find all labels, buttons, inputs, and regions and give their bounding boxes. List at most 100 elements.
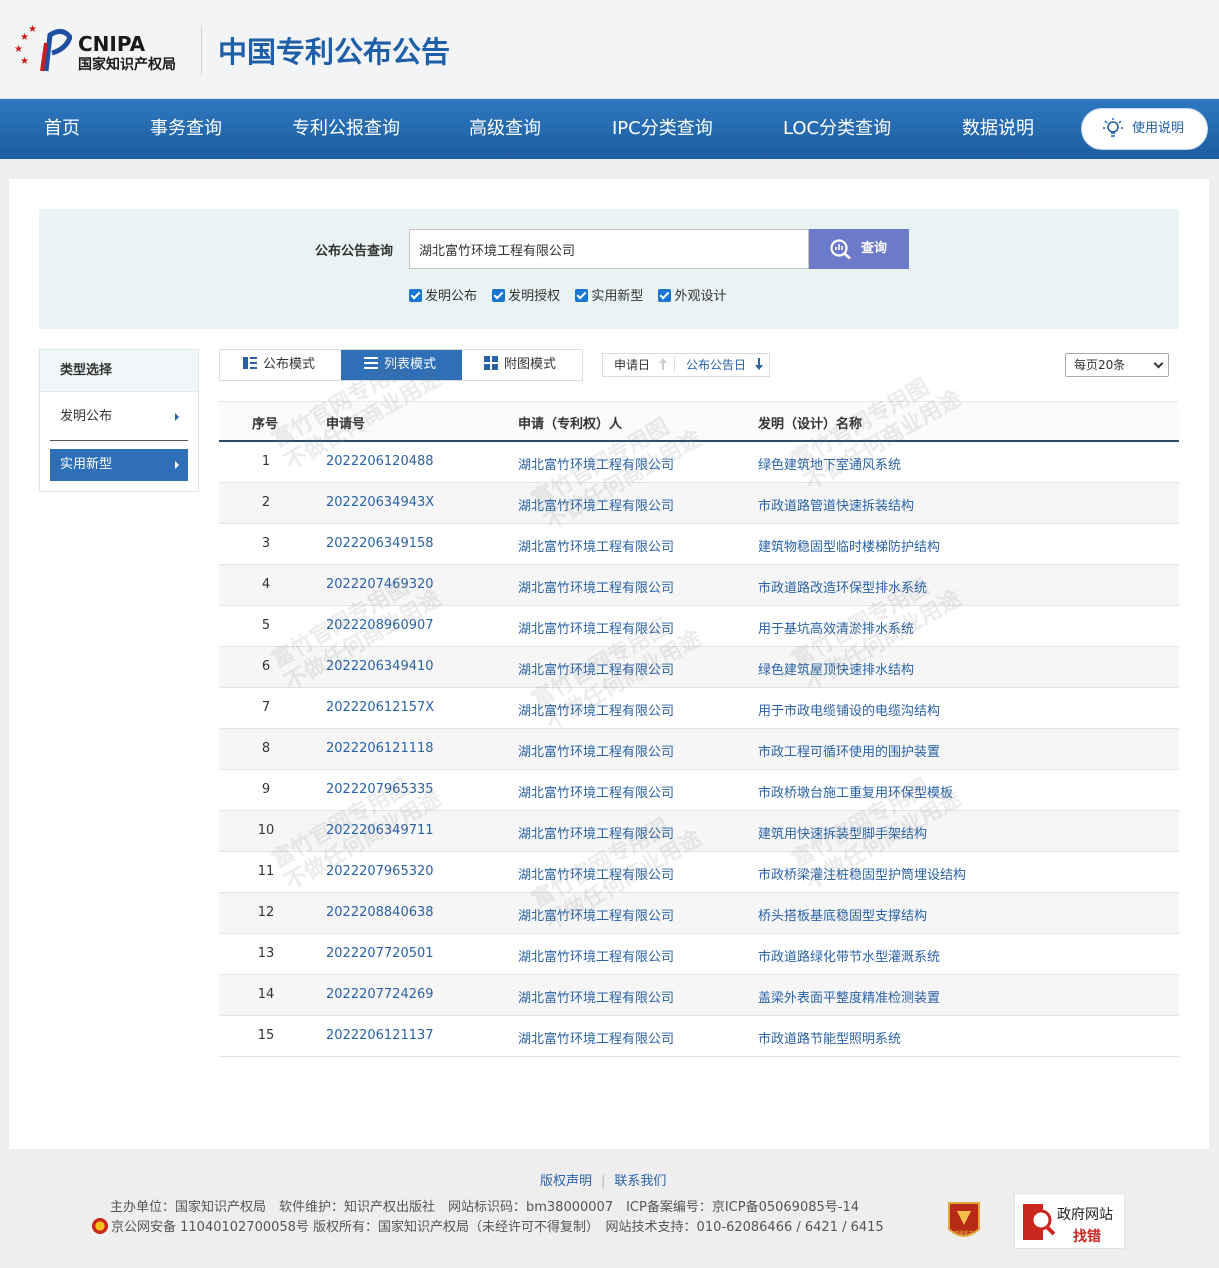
application-number-link[interactable]: 2022206349410 <box>326 659 434 674</box>
application-number-link[interactable]: 2022207724269 <box>326 987 434 1002</box>
application-number-link[interactable]: 2022207469320 <box>326 577 434 592</box>
nav-item-data-info[interactable]: 数据说明 <box>962 99 1034 159</box>
table-row: 7 202220612157X 湖北富竹环境工程有限公司 用于市政电缆铺设的电缆沟结构 <box>219 688 1179 729</box>
checkbox-design[interactable]: 外观设计 <box>658 285 726 304</box>
lightbulb-icon <box>1103 118 1123 137</box>
applicant-link[interactable]: 湖北富竹环境工程有限公司 <box>518 659 674 678</box>
row-number: 14 <box>257 987 275 1002</box>
type-sidebar: 类型选择 发明公布 实用新型 <box>39 349 199 492</box>
applicant-link[interactable]: 湖北富竹环境工程有限公司 <box>518 454 674 473</box>
search-section: 公布公告查询 查询 发明公布 发明授权 实用新型 外观设计 <box>39 209 1179 329</box>
application-number-link[interactable]: 2022208960907 <box>326 618 434 633</box>
gov-badge-title: 政府网站 <box>1057 1207 1113 1223</box>
patent-title-link[interactable]: 市政道路管道快速拆装结构 <box>758 495 914 514</box>
applicant-link[interactable]: 湖北富竹环境工程有限公司 <box>518 987 674 1006</box>
footer-link-copyright[interactable]: 版权声明 <box>540 1174 592 1189</box>
applicant-link[interactable]: 湖北富竹环境工程有限公司 <box>518 577 674 596</box>
nav-item-advanced-query[interactable]: 高级查询 <box>469 99 541 159</box>
tab-list-mode[interactable]: 列表模式 <box>341 350 462 380</box>
checkbox-invention-grant[interactable]: 发明授权 <box>492 285 560 304</box>
applicant-link[interactable]: 湖北富竹环境工程有限公司 <box>518 782 674 801</box>
cnipa-logo[interactable]: ★ ★ ★ ★ CNIPA 国家知识产权局 <box>12 25 192 77</box>
application-number-link[interactable]: 2022206349158 <box>326 536 434 551</box>
nav-item-loc-query[interactable]: LOC分类查询 <box>783 99 891 159</box>
row-number: 15 <box>257 1028 275 1043</box>
view-mode-tabs: 公布模式 列表模式 附图模式 <box>219 349 583 381</box>
applicant-link[interactable]: 湖北富竹环境工程有限公司 <box>518 700 674 719</box>
applicant-link[interactable]: 湖北富竹环境工程有限公司 <box>518 1028 674 1047</box>
application-number-link[interactable]: 2022206349711 <box>326 823 434 838</box>
gov-badge-subtitle: 找错 <box>1073 1229 1101 1245</box>
table-row: 2 202220634943X 湖北富竹环境工程有限公司 市政道路管道快速拆装结构 <box>219 483 1179 524</box>
nav-item-home[interactable]: 首页 <box>44 99 80 159</box>
application-number-link[interactable]: 2022207965335 <box>326 782 434 797</box>
application-number-link[interactable]: 2022207965320 <box>326 864 434 879</box>
search-label: 公布公告查询 <box>315 244 394 259</box>
row-number: 12 <box>257 905 275 920</box>
table-row: 10 2022206349711 湖北富竹环境工程有限公司 建筑用快速拆装型脚手架结构 <box>219 811 1179 852</box>
search-button[interactable]: 查询 <box>809 229 909 269</box>
police-badge-icon <box>92 1218 108 1234</box>
applicant-link[interactable]: 湖北富竹环境工程有限公司 <box>518 618 674 637</box>
patent-title-link[interactable]: 建筑用快速拆装型脚手架结构 <box>758 823 927 842</box>
application-number-link[interactable]: 2022206121118 <box>326 741 434 756</box>
row-number: 2 <box>261 495 271 510</box>
patent-title-link[interactable]: 市政道路绿化带节水型灌溉系统 <box>758 946 940 965</box>
nav-item-affairs-query[interactable]: 事务查询 <box>150 99 222 159</box>
patent-title-link[interactable]: 建筑物稳固型临时楼梯防护结构 <box>758 536 940 555</box>
applicant-link[interactable]: 湖北富竹环境工程有限公司 <box>518 864 674 883</box>
tab-figure-mode[interactable]: 附图模式 <box>462 350 583 380</box>
application-number-link[interactable]: 202220634943X <box>326 495 434 510</box>
patent-title-link[interactable]: 用于基坑高效清淤排水系统 <box>758 618 914 637</box>
footer-link-contact[interactable]: 联系我们 <box>614 1174 666 1189</box>
application-number-link[interactable]: 2022206121137 <box>326 1028 434 1043</box>
footer-link-separator: | <box>601 1174 606 1189</box>
sort-by-publication-date[interactable]: 公布公告日 <box>686 354 764 376</box>
help-button[interactable]: 使用说明 <box>1081 108 1208 150</box>
applicant-link[interactable]: 湖北富竹环境工程有限公司 <box>518 946 674 965</box>
patent-title-link[interactable]: 绿色建筑屋顶快速排水结构 <box>758 659 914 678</box>
table-row: 1 2022206120488 湖北富竹环境工程有限公司 绿色建筑地下室通风系统 <box>219 442 1179 483</box>
arrow-up-icon <box>658 358 667 370</box>
search-input[interactable] <box>409 229 809 269</box>
gov-website-report-badge[interactable]: 政府网站 找错 <box>1014 1193 1125 1249</box>
checkbox-checked-icon <box>409 289 422 302</box>
checkbox-utility-model[interactable]: 实用新型 <box>575 285 643 304</box>
patent-title-link[interactable]: 市政工程可循环使用的围护装置 <box>758 741 940 760</box>
applicant-link[interactable]: 湖北富竹环境工程有限公司 <box>518 495 674 514</box>
applicant-link[interactable]: 湖北富竹环境工程有限公司 <box>518 823 674 842</box>
patent-title-link[interactable]: 桥头搭板基底稳固型支撑结构 <box>758 905 927 924</box>
application-number-link[interactable]: 2022207720501 <box>326 946 434 961</box>
patent-title-link[interactable]: 绿色建筑地下室通风系统 <box>758 454 901 473</box>
sort-by-application-date[interactable]: 申请日 <box>614 354 668 376</box>
application-number-link[interactable]: 2022208840638 <box>326 905 434 920</box>
logo-en-text: CNIPA <box>78 32 146 56</box>
nav-item-ipc-query[interactable]: IPC分类查询 <box>612 99 713 159</box>
patent-title-link[interactable]: 市政道路节能型照明系统 <box>758 1028 901 1047</box>
applicant-link[interactable]: 湖北富竹环境工程有限公司 <box>518 741 674 760</box>
sidebar-item-utility-model[interactable]: 实用新型 <box>50 449 188 481</box>
row-number: 8 <box>261 741 271 756</box>
sidebar-item-invention-publication[interactable]: 发明公布 <box>50 401 188 433</box>
nav-item-gazette-query[interactable]: 专利公报查询 <box>292 99 400 159</box>
application-number-link[interactable]: 202220612157X <box>326 700 434 715</box>
table-row: 13 2022207720501 湖北富竹环境工程有限公司 市政道路绿化带节水型灌溉系… <box>219 934 1179 975</box>
patent-title-link[interactable]: 市政道路改造环保型排水系统 <box>758 577 927 596</box>
party-government-badge-icon[interactable]: 党政机关 <box>947 1201 981 1243</box>
header-divider <box>201 27 202 75</box>
tab-publication-mode[interactable]: 公布模式 <box>220 350 341 380</box>
header-title: 发明（设计）名称 <box>758 417 863 432</box>
caret-right-icon <box>175 461 179 469</box>
patent-title-link[interactable]: 用于市政电缆铺设的电缆沟结构 <box>758 700 940 719</box>
patent-title-link[interactable]: 盖梁外表面平整度精准检测装置 <box>758 987 940 1006</box>
table-row: 8 2022206121118 湖北富竹环境工程有限公司 市政工程可循环使用的围护装置 <box>219 729 1179 770</box>
applicant-link[interactable]: 湖北富竹环境工程有限公司 <box>518 536 674 555</box>
site-title: 中国专利公布公告 <box>218 35 451 69</box>
checkbox-invention-publication[interactable]: 发明公布 <box>409 285 477 304</box>
applicant-link[interactable]: 湖北富竹环境工程有限公司 <box>518 905 674 924</box>
application-number-link[interactable]: 2022206120488 <box>326 454 434 469</box>
header-application-number: 申请号 <box>326 417 366 432</box>
per-page-select[interactable]: 每页20条 <box>1065 353 1169 377</box>
patent-title-link[interactable]: 市政桥梁灌注桩稳固型护筒埋设结构 <box>758 864 966 883</box>
patent-title-link[interactable]: 市政桥墩台施工重复用环保型模板 <box>758 782 953 801</box>
